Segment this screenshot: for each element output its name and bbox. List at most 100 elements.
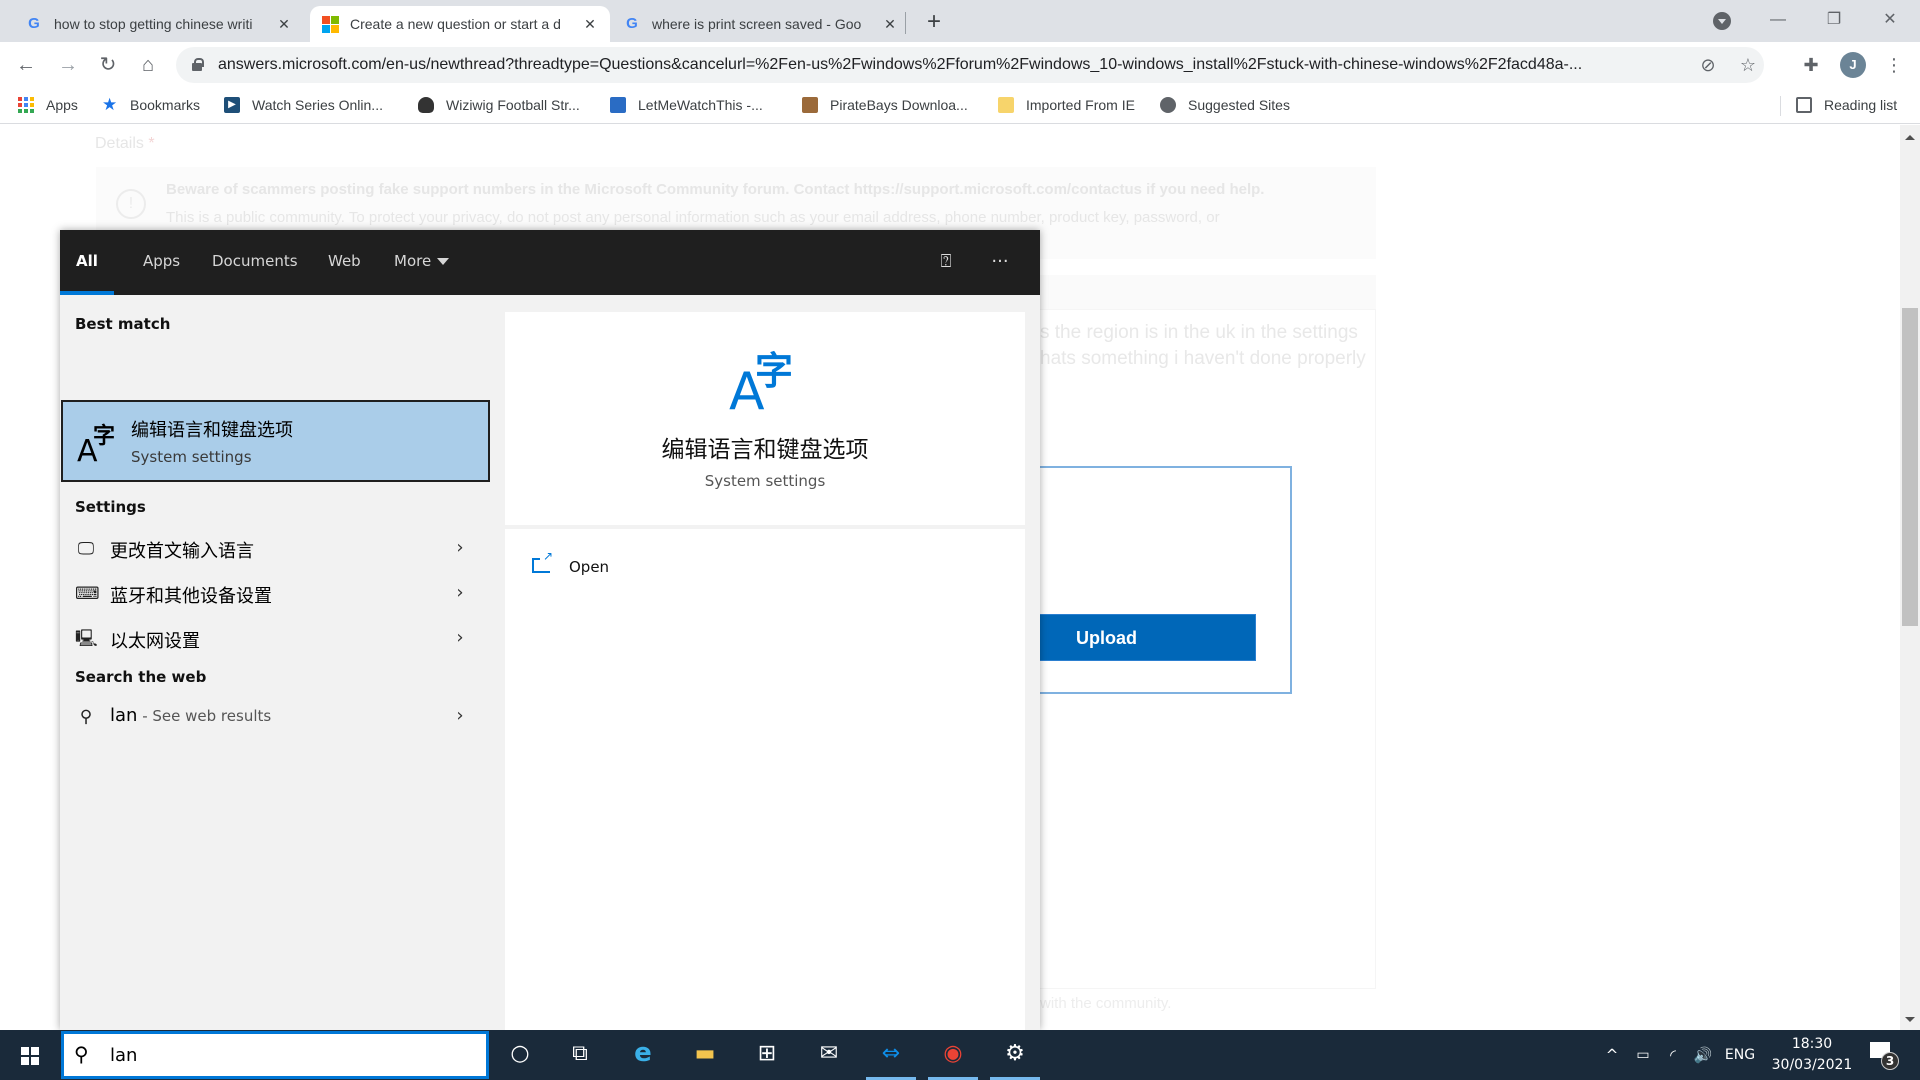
action-center-button[interactable]: 3 <box>1866 1038 1899 1072</box>
search-filter-bar: All Apps Documents Web More ⍰ ··· <box>60 230 1040 295</box>
close-window-button[interactable]: ✕ <box>1862 0 1918 42</box>
settings-button[interactable]: ⚙ <box>986 1030 1044 1080</box>
web-search-result[interactable]: ⚲ lan - See web results › <box>60 695 490 739</box>
lock-icon[interactable] <box>192 58 204 71</box>
bookmark-imported-from-ie[interactable]: Imported From IE <box>998 88 1135 122</box>
show-hidden-icons-button[interactable]: ^ <box>1600 1030 1624 1080</box>
ship-icon <box>802 97 818 113</box>
home-button[interactable]: ⌂ <box>132 49 164 81</box>
required-mark: * <box>148 135 155 152</box>
back-button[interactable]: ← <box>10 49 42 81</box>
chevron-right-icon[interactable]: › <box>450 705 470 727</box>
edge-button[interactable]: e <box>614 1030 672 1080</box>
battery-icon[interactable]: ▭ <box>1630 1030 1656 1080</box>
reload-button[interactable]: ↻ <box>92 49 124 81</box>
search-web-heading: Search the web <box>75 668 207 686</box>
settings-result-item[interactable]: 🖵 更改首文输入语言 › <box>60 527 490 571</box>
feedback-icon[interactable]: ⍰ <box>932 248 960 276</box>
reading-list-label: Reading list <box>1824 97 1898 113</box>
scroll-down-icon[interactable] <box>1905 1017 1915 1022</box>
cortana-button[interactable]: ○ <box>491 1030 549 1080</box>
search-tab-more-label: More <box>394 252 432 270</box>
mail-button[interactable]: ✉ <box>800 1030 858 1080</box>
task-view-button[interactable]: ⧉ <box>551 1030 609 1080</box>
browser-tab[interactable]: G where is print screen saved - Goo ✕ <box>612 6 910 42</box>
tab-search-icon[interactable] <box>1713 12 1731 30</box>
settings-result-item[interactable]: ⌨ 蓝牙和其他设备设置 › <box>60 572 490 616</box>
tab-title: how to stop getting chinese writi <box>54 16 253 32</box>
bookmark-apps[interactable]: Apps <box>18 88 78 122</box>
reading-list-button[interactable]: Reading list <box>1796 88 1897 122</box>
search-tab-more[interactable]: More <box>394 230 450 295</box>
notice-text: This is a public community. To protect y… <box>166 209 1220 226</box>
bookmark-label: Suggested Sites <box>1188 97 1290 113</box>
best-match-subtitle: System settings <box>131 448 252 466</box>
scroll-up-icon[interactable] <box>1905 135 1915 140</box>
profile-avatar[interactable]: J <box>1840 52 1866 78</box>
search-icon: ⚲ <box>74 1042 89 1066</box>
browser-tab[interactable]: G how to stop getting chinese writi ✕ <box>14 6 304 42</box>
settings-result-item[interactable]: 🖳 以太网设置 › <box>60 617 490 661</box>
bookmark-star-icon[interactable]: ☆ <box>1736 53 1760 77</box>
search-tab-all[interactable]: All <box>60 230 114 295</box>
best-match-result[interactable]: A 字 编辑语言和键盘选项 System settings <box>61 400 490 482</box>
bookmark-label: Wiziwig Football Str... <box>446 97 580 113</box>
globe-icon <box>1160 97 1176 113</box>
bookmark-bookmarks[interactable]: ★ Bookmarks <box>102 88 200 122</box>
preview-subtitle: System settings <box>704 472 826 490</box>
chevron-right-icon[interactable]: › <box>450 582 470 604</box>
browser-tab-active[interactable]: Create a new question or start a d ✕ <box>310 6 610 42</box>
new-tab-button[interactable]: + <box>920 8 948 36</box>
footer-text: with the community. <box>1040 995 1172 1012</box>
notice-text: Beware of scammers posting fake support … <box>166 181 1265 198</box>
volume-icon[interactable]: 🔊 <box>1690 1030 1716 1080</box>
chrome-button[interactable]: ◉ <box>924 1030 982 1080</box>
bookmark-piratebays[interactable]: PirateBays Downloa... <box>802 88 968 122</box>
tab-title: where is print screen saved - Goo <box>652 16 862 32</box>
upload-button[interactable]: Upload <box>1030 614 1256 661</box>
more-options-icon[interactable]: ··· <box>986 248 1014 276</box>
restore-button[interactable]: ❐ <box>1806 0 1862 42</box>
bookmark-suggested-sites[interactable]: Suggested Sites <box>1160 88 1290 122</box>
file-explorer-button[interactable]: ▬ <box>676 1030 734 1080</box>
windows-taskbar: ⚲ lan ○ ⧉ e ▬ ⊞ ✉ ⇔ ◉ ⚙ ^ ▭ ◜ 🔊 ENG 18:3… <box>0 1030 1920 1080</box>
windows-search-panel: All Apps Documents Web More ⍰ ··· Best m… <box>60 230 1040 1030</box>
search-tab-web[interactable]: Web <box>328 230 361 295</box>
details-label: Details * <box>95 135 155 153</box>
bookmark-watch-series[interactable]: ▶ Watch Series Onlin... <box>224 88 383 122</box>
page-scrollbar[interactable] <box>1900 125 1920 1030</box>
address-bar[interactable]: answers.microsoft.com/en-us/newthread?th… <box>176 47 1764 83</box>
reading-list-icon <box>1796 97 1812 113</box>
start-button[interactable] <box>0 1030 60 1080</box>
extensions-puzzle-icon[interactable]: ✚ <box>1797 51 1825 79</box>
wifi-icon[interactable]: ◜ <box>1660 1030 1686 1080</box>
bookmark-wiziwig[interactable]: Wiziwig Football Str... <box>418 88 580 122</box>
input-language-indicator[interactable]: ENG <box>1722 1030 1758 1080</box>
notification-count-badge: 3 <box>1881 1052 1899 1070</box>
url-text[interactable]: answers.microsoft.com/en-us/newthread?th… <box>218 47 1658 83</box>
taskbar-clock[interactable]: 18:30 30/03/2021 <box>1762 1034 1862 1076</box>
open-action-label: Open <box>569 558 610 576</box>
eye-off-icon[interactable]: ⊘ <box>1696 53 1720 77</box>
search-tab-apps[interactable]: Apps <box>143 230 180 295</box>
close-tab-icon[interactable]: ✕ <box>882 16 898 32</box>
web-query: lan <box>110 705 138 726</box>
teamviewer-button[interactable]: ⇔ <box>862 1030 920 1080</box>
close-tab-icon[interactable]: ✕ <box>276 16 292 32</box>
search-query[interactable]: lan <box>110 1045 137 1066</box>
search-tab-documents[interactable]: Documents <box>212 230 298 295</box>
bookmark-letmewatchthis[interactable]: LetMeWatchThis -... <box>610 88 763 122</box>
bookmark-label: LetMeWatchThis -... <box>638 97 763 113</box>
chrome-icon: ◉ <box>943 1041 963 1066</box>
close-tab-icon[interactable]: ✕ <box>582 16 598 32</box>
microsoft-store-button[interactable]: ⊞ <box>738 1030 796 1080</box>
forward-button[interactable]: → <box>52 49 84 81</box>
scrollbar-thumb[interactable] <box>1902 308 1918 626</box>
chevron-right-icon[interactable]: › <box>450 627 470 649</box>
taskbar-search-box[interactable]: ⚲ lan <box>61 1031 489 1079</box>
folder-icon <box>998 97 1014 113</box>
clapper-icon <box>610 97 626 113</box>
chevron-right-icon[interactable]: › <box>450 537 470 559</box>
minimize-button[interactable]: — <box>1750 0 1806 42</box>
chrome-menu-icon[interactable]: ⋮ <box>1880 51 1908 79</box>
